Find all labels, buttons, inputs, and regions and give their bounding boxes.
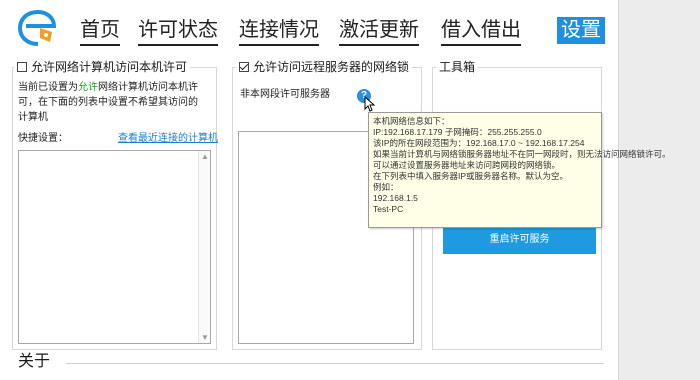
allow-network-access-legend[interactable]: 允许网络计算机访问本机许可	[14, 60, 191, 74]
remote-server-label: 允许访问远程服务器的网络锁	[253, 60, 410, 74]
app-logo-icon	[17, 10, 57, 46]
network-info-tooltip: 本机网络信息如下： IP:192.168.17.179 子网掩码：255.255…	[368, 112, 671, 228]
blocked-list-scrollbar[interactable]: ▲ ▼	[198, 151, 210, 343]
tooltip-line: 如果当前计算机与网络锁服务器地址不在同一网段时，则无法访问网络锁许可。	[373, 149, 671, 159]
tooltip-line: 在下列表中填入服务器IP或服务器名称。默认为空。	[373, 171, 569, 181]
remote-server-legend[interactable]: 允许访问远程服务器的网络锁	[236, 60, 413, 74]
blocked-computers-list[interactable]: ▲ ▼	[18, 150, 211, 344]
restart-license-service-button[interactable]: 重启许可服务	[443, 225, 596, 254]
nav-license-status[interactable]: 许可状态	[138, 16, 218, 46]
tooltip-line: 本机网络信息如下：	[373, 116, 450, 126]
allow-network-access-checkbox[interactable]	[17, 62, 27, 72]
allow-network-access-label: 允许网络计算机访问本机许可	[31, 60, 188, 74]
nav-activation-update[interactable]: 激活更新	[339, 16, 419, 46]
allow-description: 当前已设置为允许网络计算机访问本机许 可，在下面的列表中设置不希望其访问的 计算…	[18, 80, 214, 125]
app-window: 首页 许可状态 连接情况 激活更新 借入借出 设置 允许网络计算机访问本机许可 …	[0, 0, 700, 380]
nav-connection[interactable]: 连接情况	[239, 16, 319, 46]
mouse-cursor-icon	[364, 96, 376, 112]
desc-line-2: 可，在下面的列表中设置不希望其访问的	[18, 97, 198, 108]
scroll-up-icon[interactable]: ▲	[201, 152, 209, 161]
desc-allow-status: 允许	[78, 82, 98, 93]
desc-suffix: 网络计算机访问本机许	[98, 82, 198, 93]
tooltip-line: 192.168.1.5	[373, 193, 418, 203]
nonlocal-server-label: 非本网段许可服务器	[240, 89, 330, 100]
about-section-title[interactable]: 关于	[18, 352, 50, 372]
nav-home[interactable]: 首页	[80, 16, 120, 46]
nav-borrow[interactable]: 借入借出	[441, 16, 521, 46]
tooltip-line: Test-PC	[373, 204, 404, 214]
desc-prefix: 当前已设置为	[18, 82, 78, 93]
remote-server-checkbox[interactable]	[239, 62, 249, 72]
window-side-area	[618, 0, 700, 380]
quick-settings-label: 快捷设置：	[18, 133, 68, 144]
tooltip-line: 该IP的所在网段范围为：192.168.17.0 ~ 192.168.17.25…	[373, 138, 585, 148]
tooltip-line: 例如：	[373, 182, 399, 192]
nav-settings[interactable]: 设置	[557, 17, 605, 44]
tooltip-line: 可以通过设置服务器地址来访问跨网段的网络锁。	[373, 160, 561, 170]
scroll-down-icon[interactable]: ▼	[201, 333, 209, 342]
desc-line-3: 计算机	[18, 112, 48, 123]
toolbox-legend: 工具箱	[436, 60, 479, 74]
tooltip-line: IP:192.168.17.179 子网掩码：255.255.255.0	[373, 127, 542, 137]
recent-connections-link[interactable]: 查看最近连接的计算机	[118, 131, 218, 146]
about-divider	[66, 363, 604, 364]
